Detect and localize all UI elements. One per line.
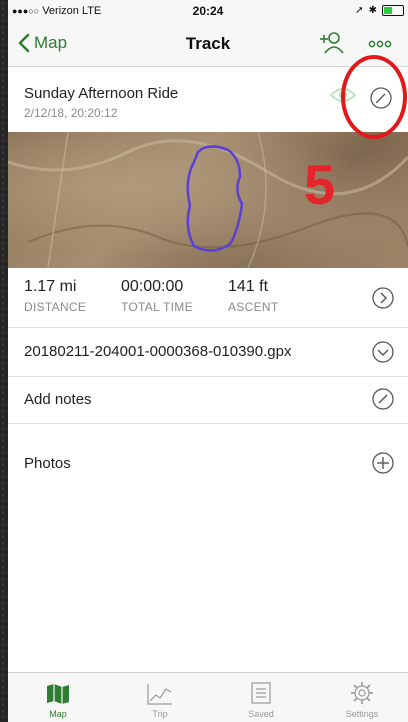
tab-label: Trip	[152, 709, 168, 719]
photos-row[interactable]: Photos	[8, 424, 408, 502]
stat-label: ASCENT	[228, 300, 279, 314]
stat-ascent: 141 ft ASCENT	[228, 278, 278, 314]
battery-icon	[382, 5, 404, 16]
gpx-file-row[interactable]: 20180211-204001-0000368-010390.gpx	[8, 328, 408, 377]
stat-value: 141 ft	[228, 278, 269, 295]
more-icon	[368, 40, 392, 48]
stat-label: DISTANCE	[24, 300, 87, 314]
tab-label: Settings	[345, 709, 379, 719]
location-icon: ➚	[355, 5, 364, 16]
track-route	[186, 145, 244, 252]
add-person-button[interactable]	[318, 31, 344, 60]
add-person-icon	[320, 32, 344, 54]
annotation-number: 5	[304, 153, 336, 216]
photos-label: Photos	[24, 455, 71, 472]
track-date: 2/12/18, 20:20:12	[24, 106, 118, 120]
stat-value: 00:00:00	[121, 278, 184, 295]
track-map[interactable]	[8, 132, 408, 268]
gear-icon	[351, 682, 373, 704]
expand-button[interactable]	[372, 341, 394, 368]
edit-notes-button[interactable]	[372, 388, 394, 415]
chart-icon	[147, 684, 172, 705]
map-icon	[47, 684, 69, 704]
status-time: 20:24	[192, 4, 224, 18]
tab-label: Saved	[248, 709, 274, 719]
stat-value: 1.17 mi	[24, 278, 77, 295]
saved-icon	[251, 682, 271, 704]
tab-trip[interactable]: Trip	[130, 679, 190, 719]
plus-circle-icon	[372, 452, 394, 474]
add-notes-row[interactable]: Add notes	[8, 377, 408, 424]
pencil-icon	[372, 388, 394, 410]
gpx-file-name: 20180211-204001-0000368-010390.gpx	[24, 343, 292, 360]
track-name: Sunday Afternoon Ride	[24, 85, 179, 102]
satellite-terrain	[8, 132, 408, 268]
tab-label: Map	[49, 709, 67, 719]
nav-bar: Map Track	[8, 22, 408, 67]
track-stats[interactable]: 1.17 mi DISTANCE 00:00:00 TOTAL TIME 141…	[8, 268, 408, 328]
bluetooth-icon: ✱	[368, 5, 377, 16]
annotation-circle	[341, 55, 407, 139]
more-button[interactable]	[368, 36, 392, 54]
stat-distance: 1.17 mi DISTANCE	[24, 278, 86, 314]
page-title: Track	[185, 34, 231, 53]
stat-label: TOTAL TIME	[121, 300, 193, 314]
tab-saved[interactable]: Saved	[231, 679, 291, 719]
tab-settings[interactable]: Settings	[332, 679, 392, 719]
status-bar: ●●●○○ Verizon LTE 20:24 ➚ ✱	[8, 0, 408, 22]
add-photo-button[interactable]	[372, 452, 394, 479]
tab-map[interactable]: Map	[28, 679, 88, 719]
stat-total-time: 00:00:00 TOTAL TIME	[121, 278, 193, 314]
tab-bar: Map Trip Saved Settings	[8, 672, 408, 722]
stats-detail-button[interactable]	[372, 287, 394, 314]
chevron-down-circle-icon	[372, 341, 394, 363]
chevron-right-circle-icon	[372, 287, 394, 309]
add-notes-label: Add notes	[24, 391, 92, 408]
